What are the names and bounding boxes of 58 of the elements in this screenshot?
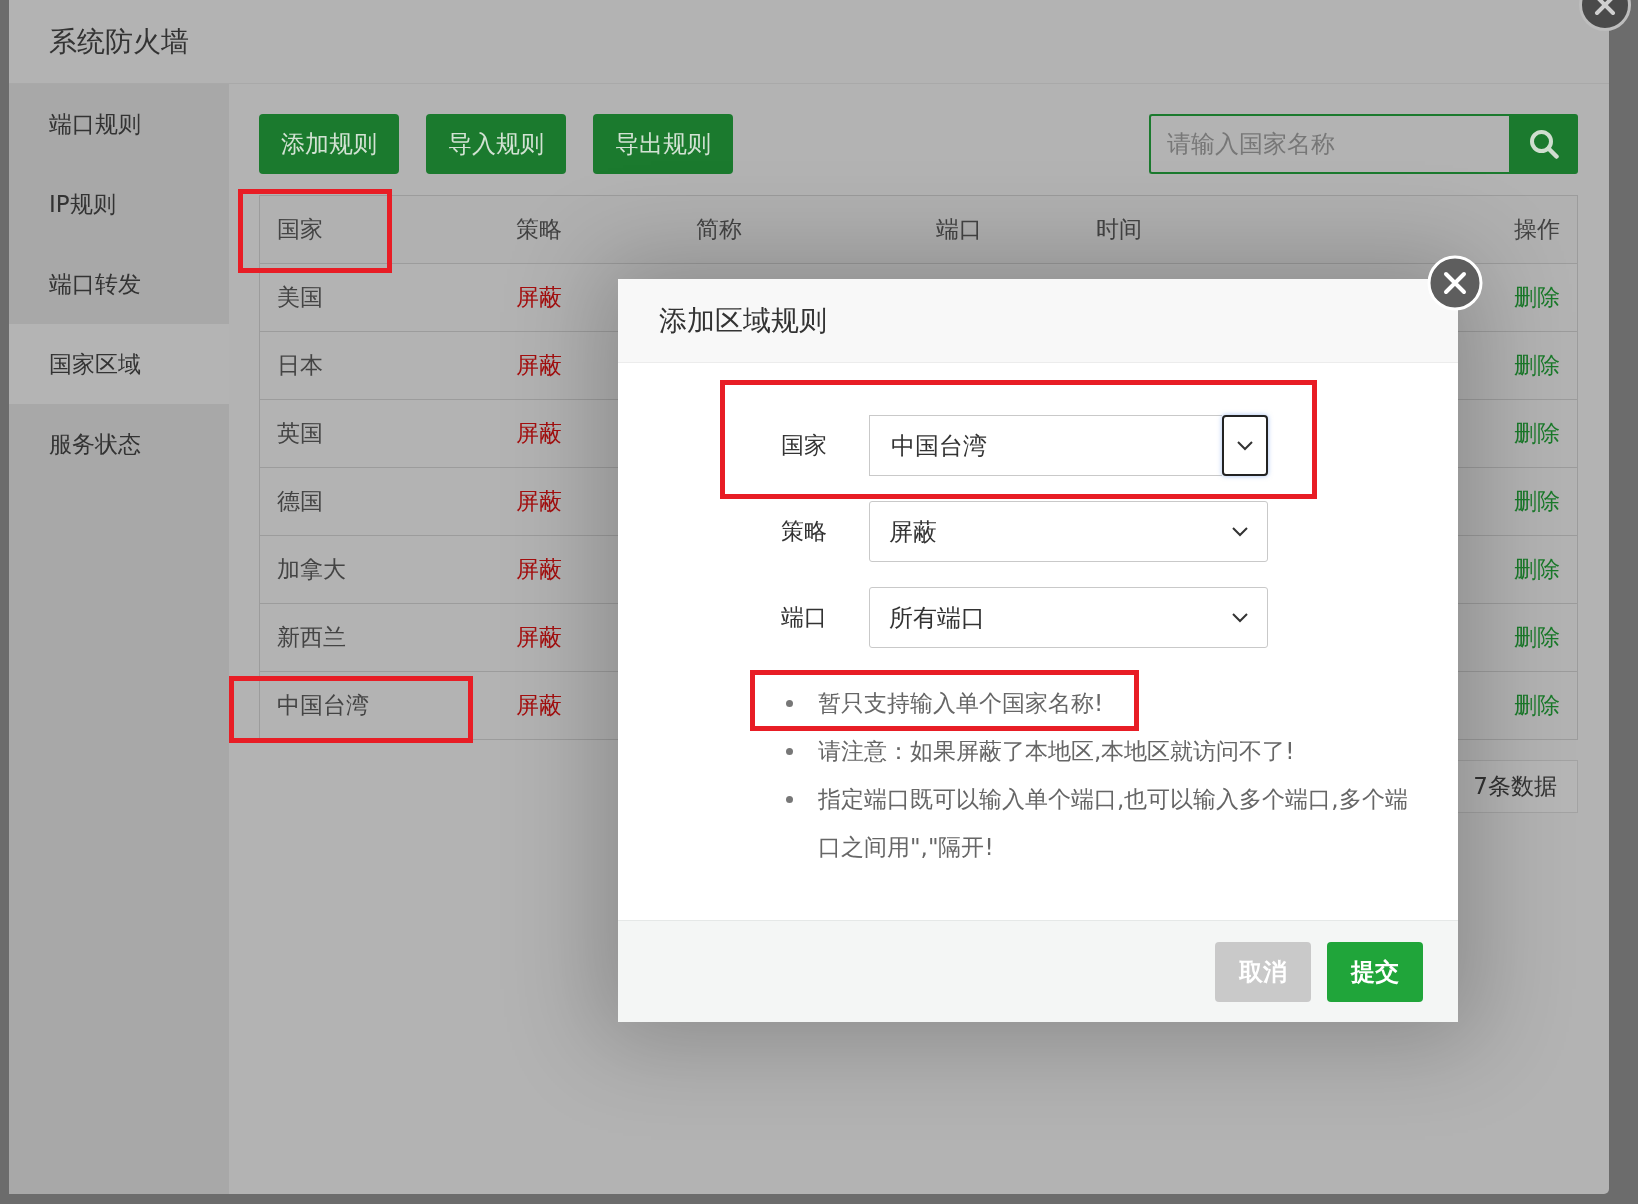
delete-link[interactable]: 删除 xyxy=(1514,418,1560,449)
bullet-icon xyxy=(786,700,793,707)
column-header: 操作 xyxy=(1514,215,1560,244)
table-cell-text: 德国 xyxy=(277,487,323,516)
dropdown[interactable]: 屏蔽 xyxy=(869,501,1268,562)
search-icon xyxy=(1528,129,1559,159)
column-header: 时间 xyxy=(1096,215,1142,244)
tip-text: 暂只支持输入单个国家名称! xyxy=(818,689,1105,718)
delete-link[interactable]: 删除 xyxy=(1514,350,1560,381)
column-header: 策略 xyxy=(516,215,562,244)
bullet-icon xyxy=(786,796,793,803)
dropdown-toggle[interactable] xyxy=(1222,415,1268,476)
delete-link[interactable]: 删除 xyxy=(1514,282,1560,313)
field-label: 国家 xyxy=(781,431,828,460)
chevron-down-icon xyxy=(1232,612,1248,623)
tip-text: 请注意：如果屏蔽了本地区,本地区就访问不了! xyxy=(818,737,1296,766)
toolbar-button[interactable]: 导入规则 xyxy=(426,114,566,174)
column-header: 简称 xyxy=(696,215,742,244)
sidebar-item[interactable]: 国家区域 xyxy=(9,324,229,404)
column-header: 国家 xyxy=(277,215,323,244)
record-count: 7条数据 xyxy=(1458,760,1578,813)
table-cell-text: 屏蔽 xyxy=(516,555,562,584)
table-cell-text: 屏蔽 xyxy=(516,623,562,652)
chevron-down-icon xyxy=(1237,440,1253,451)
table-cell-text: 屏蔽 xyxy=(516,419,562,448)
tip-text: 指定端口既可以输入单个端口,也可以输入多个端口,多个端口之间用","隔开! xyxy=(818,785,1408,862)
table-cell-text: 屏蔽 xyxy=(516,283,562,312)
field-label: 策略 xyxy=(781,517,828,546)
sidebar-item[interactable]: 服务状态 xyxy=(9,404,229,484)
table-cell-text: 屏蔽 xyxy=(516,487,562,516)
column-header: 端口 xyxy=(936,215,982,244)
toolbar-button[interactable]: 添加规则 xyxy=(259,114,399,174)
sidebar-item[interactable]: 端口转发 xyxy=(9,244,229,324)
bullet-icon xyxy=(786,748,793,755)
table-cell-text: 屏蔽 xyxy=(516,351,562,380)
table-cell-text: 新西兰 xyxy=(277,623,346,652)
table-cell-text: 日本 xyxy=(277,351,323,380)
field-label: 端口 xyxy=(781,603,828,632)
sidebar-item[interactable]: IP规则 xyxy=(9,164,229,244)
table-cell-text: 屏蔽 xyxy=(516,691,562,720)
delete-link[interactable]: 删除 xyxy=(1514,690,1560,721)
delete-link[interactable]: 删除 xyxy=(1514,622,1560,653)
dropdown[interactable]: 所有端口 xyxy=(869,587,1268,648)
submit-button[interactable]: 提交 xyxy=(1327,941,1423,1002)
table-cell-text: 英国 xyxy=(277,419,323,448)
window-title: 系统防火墙 xyxy=(49,23,189,60)
sidebar-item[interactable]: 端口规则 xyxy=(9,84,229,164)
search-button[interactable] xyxy=(1509,114,1578,174)
toolbar-button[interactable]: 导出规则 xyxy=(593,114,733,174)
search-field[interactable]: 请输入国家名称 xyxy=(1149,114,1509,174)
table-cell-text: 中国台湾 xyxy=(277,691,369,720)
dialog-title: 添加区域规则 xyxy=(659,302,827,339)
delete-link[interactable]: 删除 xyxy=(1514,554,1560,585)
table-cell-text: 美国 xyxy=(277,283,323,312)
input-field[interactable]: 中国台湾 xyxy=(869,415,1222,476)
table-cell-text: 加拿大 xyxy=(277,555,346,584)
delete-link[interactable]: 删除 xyxy=(1514,486,1560,517)
chevron-down-icon xyxy=(1232,526,1248,537)
